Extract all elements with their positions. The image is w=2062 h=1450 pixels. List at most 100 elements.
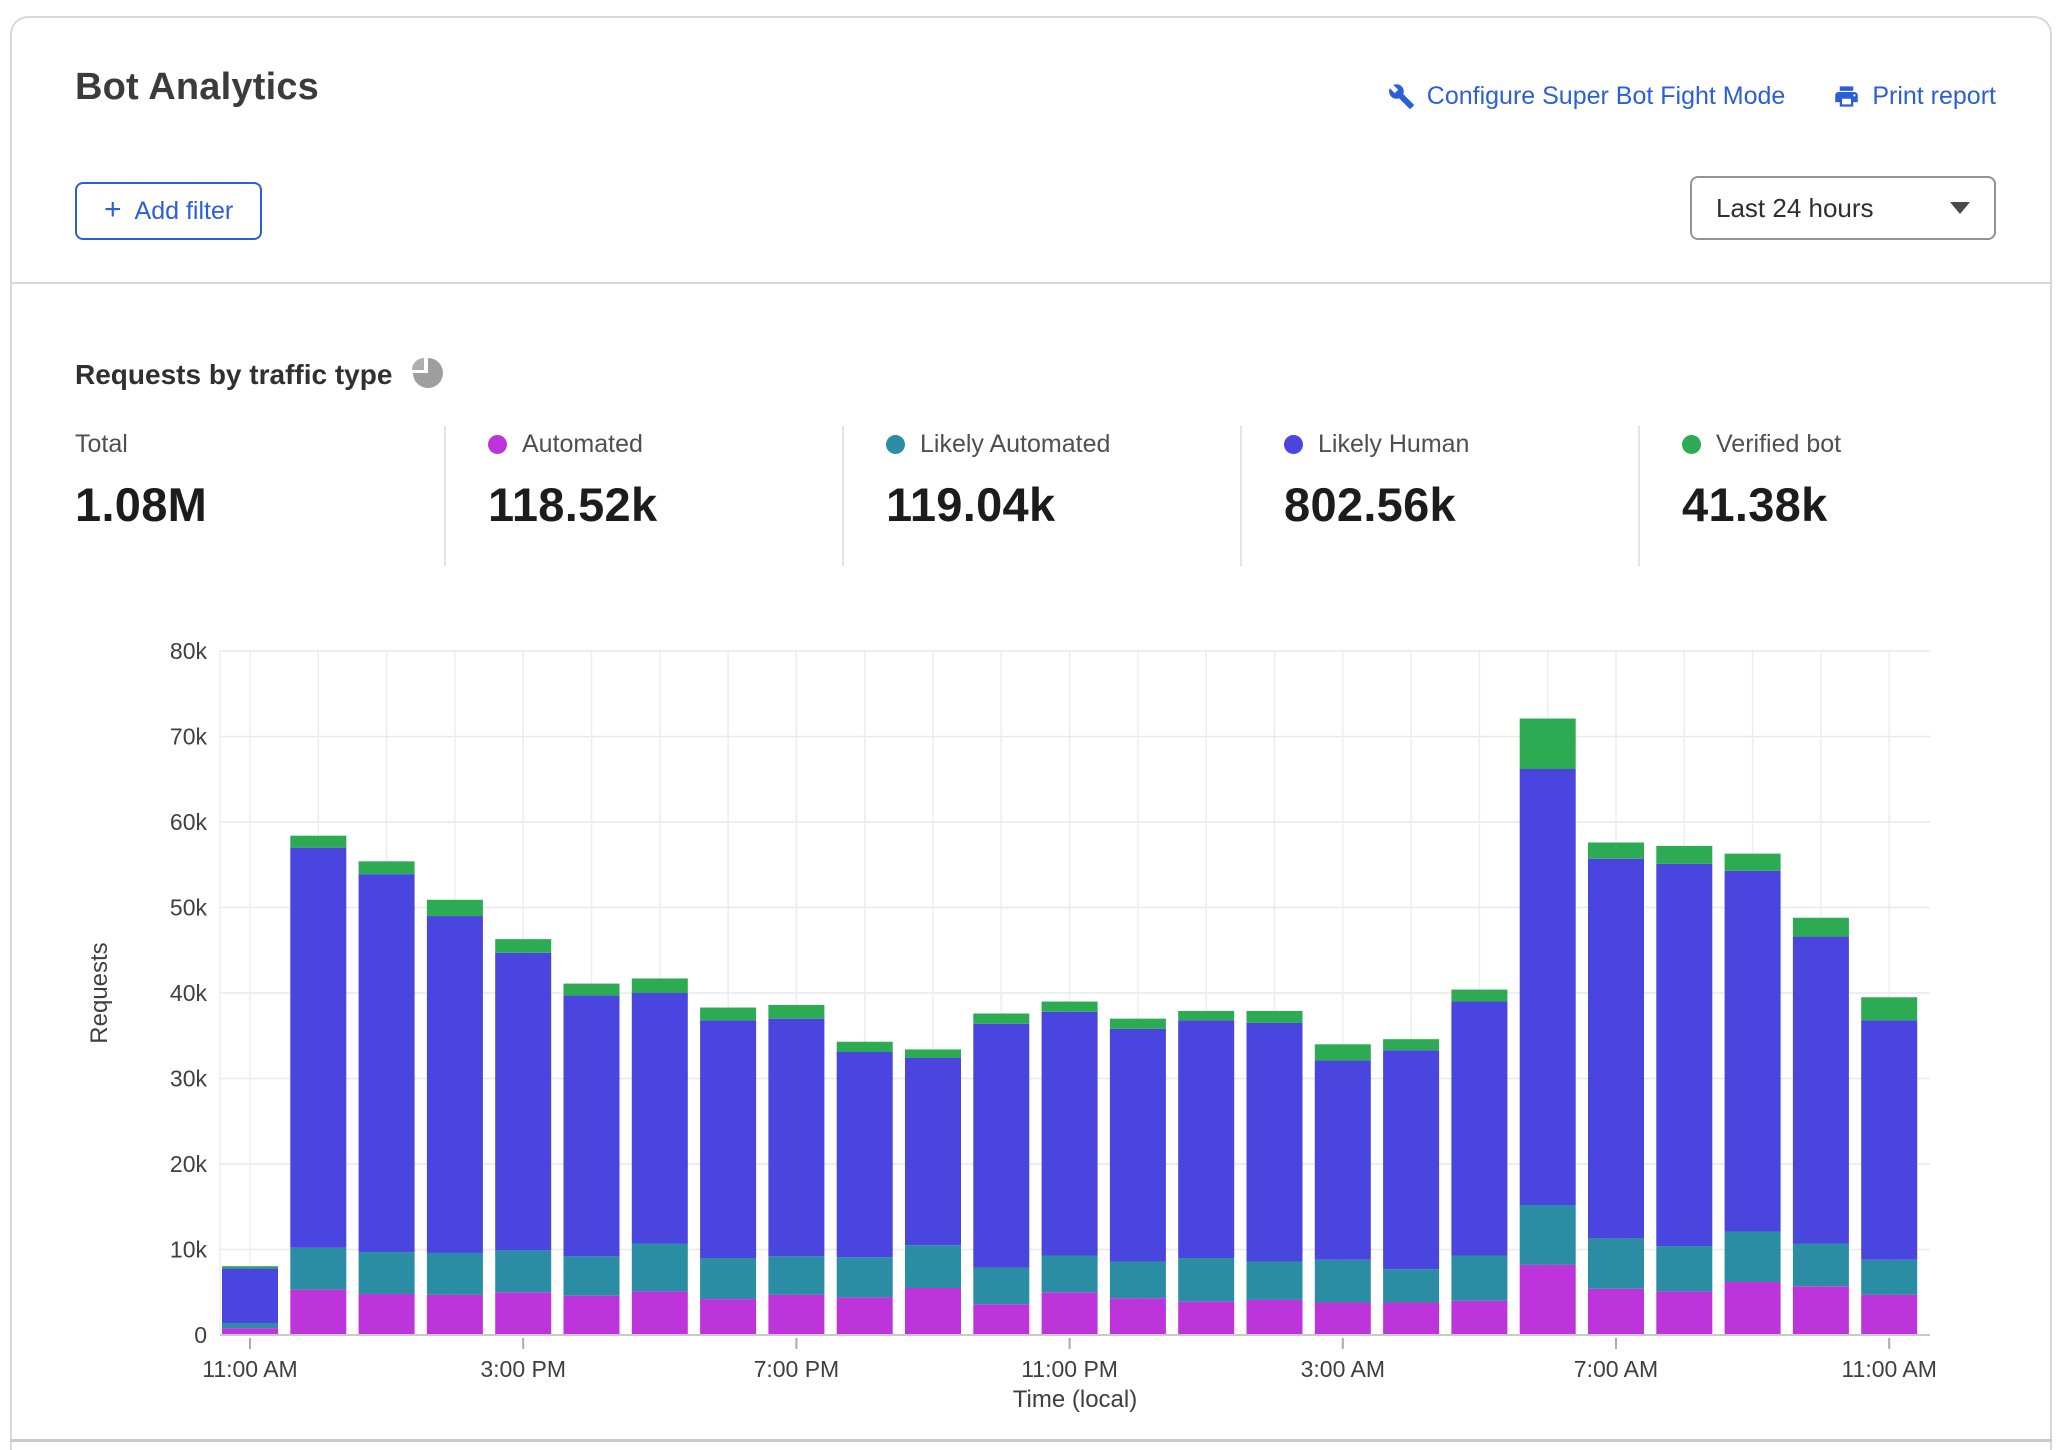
bar-segment-likely-automated	[427, 1253, 483, 1295]
print-report-link[interactable]: Print report	[1833, 82, 1996, 111]
configure-link-label: Configure Super Bot Fight Mode	[1427, 82, 1786, 111]
bar-segment-verified-bot	[1110, 1019, 1166, 1029]
bar-segment-verified-bot	[564, 984, 620, 996]
bar-segment-likely-human	[1178, 1020, 1234, 1258]
wrench-icon	[1388, 83, 1415, 110]
bar-segment-likely-automated	[632, 1244, 688, 1292]
bar-segment-likely-human	[1247, 1023, 1303, 1262]
bar-segment-likely-human	[1110, 1029, 1166, 1262]
bar-segment-likely-automated	[564, 1256, 620, 1295]
header-divider	[11, 282, 2051, 284]
bar-segment-automated	[1656, 1291, 1712, 1335]
bar-segment-likely-automated	[1656, 1246, 1712, 1291]
x-tick-label: 11:00 PM	[1021, 1356, 1118, 1382]
stat-verified-bot: Verified bot 41.38k	[1640, 426, 2000, 566]
stat-verified-bot-value: 41.38k	[1682, 477, 2000, 532]
bar-segment-automated	[905, 1288, 961, 1335]
chevron-down-icon	[1950, 202, 1970, 214]
bar-segment-verified-bot	[495, 939, 551, 953]
bar-segment-automated	[290, 1290, 346, 1335]
y-tick-label: 10k	[170, 1237, 208, 1263]
bar-segment-likely-human	[1725, 871, 1781, 1232]
bar-segment-likely-human	[905, 1058, 961, 1245]
stat-verified-bot-label: Verified bot	[1716, 430, 1841, 459]
configure-super-bot-fight-mode-link[interactable]: Configure Super Bot Fight Mode	[1388, 82, 1786, 111]
bar-segment-verified-bot	[1178, 1011, 1234, 1020]
bar-segment-verified-bot	[427, 900, 483, 916]
bar-segment-likely-automated	[1725, 1232, 1781, 1282]
traffic-type-stats: Total 1.08M Automated 118.52k Likely Aut…	[75, 426, 2000, 566]
bar-segment-likely-human	[1315, 1061, 1371, 1260]
bar-segment-automated	[1520, 1265, 1576, 1335]
bar-segment-likely-human	[1520, 769, 1576, 1205]
bar-segment-likely-human	[1042, 1012, 1098, 1256]
bar-segment-automated	[427, 1295, 483, 1335]
y-tick-label: 50k	[170, 895, 208, 921]
bar-segment-automated	[1793, 1286, 1849, 1335]
bar-segment-automated	[1861, 1295, 1917, 1335]
stat-total: Total 1.08M	[75, 426, 444, 566]
bar-segment-verified-bot	[1725, 854, 1781, 871]
bar-segment-verified-bot	[222, 1266, 278, 1268]
bar-segment-verified-bot	[1656, 846, 1712, 864]
bar-segment-likely-automated	[837, 1257, 893, 1297]
bar-segment-likely-automated	[1247, 1261, 1303, 1299]
x-tick-label: 11:00 AM	[1841, 1356, 1936, 1382]
bar-segment-verified-bot	[700, 1008, 756, 1021]
bar-segment-likely-human	[1588, 859, 1644, 1239]
y-tick-label: 20k	[170, 1151, 208, 1177]
bar-segment-automated	[1247, 1300, 1303, 1335]
bar-segment-likely-automated	[700, 1258, 756, 1299]
bar-segment-verified-bot	[1315, 1044, 1371, 1060]
pie-chart-icon	[410, 356, 444, 395]
bar-segment-likely-automated	[905, 1245, 961, 1288]
bar-segment-likely-human	[1451, 1002, 1507, 1256]
bar-segment-likely-human	[564, 996, 620, 1257]
bar-segment-likely-automated	[222, 1323, 278, 1328]
bar-segment-likely-automated	[1861, 1260, 1917, 1295]
bar-segment-verified-bot	[1793, 918, 1849, 937]
bar-segment-likely-automated	[1178, 1258, 1234, 1302]
bar-segment-verified-bot	[1520, 719, 1576, 769]
bar-segment-automated	[1110, 1298, 1166, 1335]
bar-segment-verified-bot	[1451, 990, 1507, 1002]
bar-segment-likely-human	[768, 1019, 824, 1257]
bar-segment-likely-automated	[290, 1248, 346, 1290]
bar-segment-automated	[495, 1292, 551, 1335]
bar-segment-automated	[1588, 1289, 1644, 1335]
bar-segment-automated	[1315, 1303, 1371, 1335]
stat-likely-human-value: 802.56k	[1284, 477, 1638, 532]
bar-segment-automated	[768, 1295, 824, 1335]
add-filter-button[interactable]: + Add filter	[75, 182, 262, 240]
bar-segment-likely-human	[1383, 1050, 1439, 1269]
add-filter-label: Add filter	[135, 197, 234, 226]
x-tick-label: 11:00 AM	[202, 1356, 297, 1382]
x-axis-title: Time (local)	[1013, 1386, 1137, 1413]
bar-segment-likely-human	[1861, 1020, 1917, 1259]
bar-segment-automated	[222, 1328, 278, 1335]
bar-segment-automated	[1042, 1292, 1098, 1335]
bar-segment-verified-bot	[1588, 843, 1644, 859]
stat-likely-automated-label: Likely Automated	[920, 430, 1110, 459]
stat-automated-value: 118.52k	[488, 477, 842, 532]
automated-legend-dot	[488, 435, 507, 454]
bar-segment-likely-automated	[1383, 1269, 1439, 1302]
section-header: Requests by traffic type	[75, 354, 444, 395]
page-title: Bot Analytics	[75, 66, 319, 109]
time-range-dropdown[interactable]: Last 24 hours	[1690, 176, 1996, 240]
stat-automated: Automated 118.52k	[446, 426, 842, 566]
bar-segment-verified-bot	[359, 861, 415, 874]
requests-by-traffic-type-chart: 010k20k30k40k50k60k70k80k11:00 AM3:00 PM…	[0, 618, 2062, 1430]
x-tick-label: 3:00 AM	[1301, 1356, 1385, 1382]
bar-segment-likely-automated	[768, 1256, 824, 1294]
bar-segment-verified-bot	[632, 978, 688, 993]
bar-segment-automated	[359, 1294, 415, 1335]
bar-segment-verified-bot	[905, 1049, 961, 1058]
bar-segment-likely-human	[700, 1020, 756, 1258]
bar-segment-automated	[973, 1304, 1029, 1335]
bar-segment-likely-automated	[1793, 1244, 1849, 1287]
stat-likely-human-label: Likely Human	[1318, 430, 1469, 459]
stat-automated-label: Automated	[522, 430, 643, 459]
bar-segment-likely-human	[837, 1052, 893, 1257]
bar-segment-likely-automated	[973, 1267, 1029, 1304]
